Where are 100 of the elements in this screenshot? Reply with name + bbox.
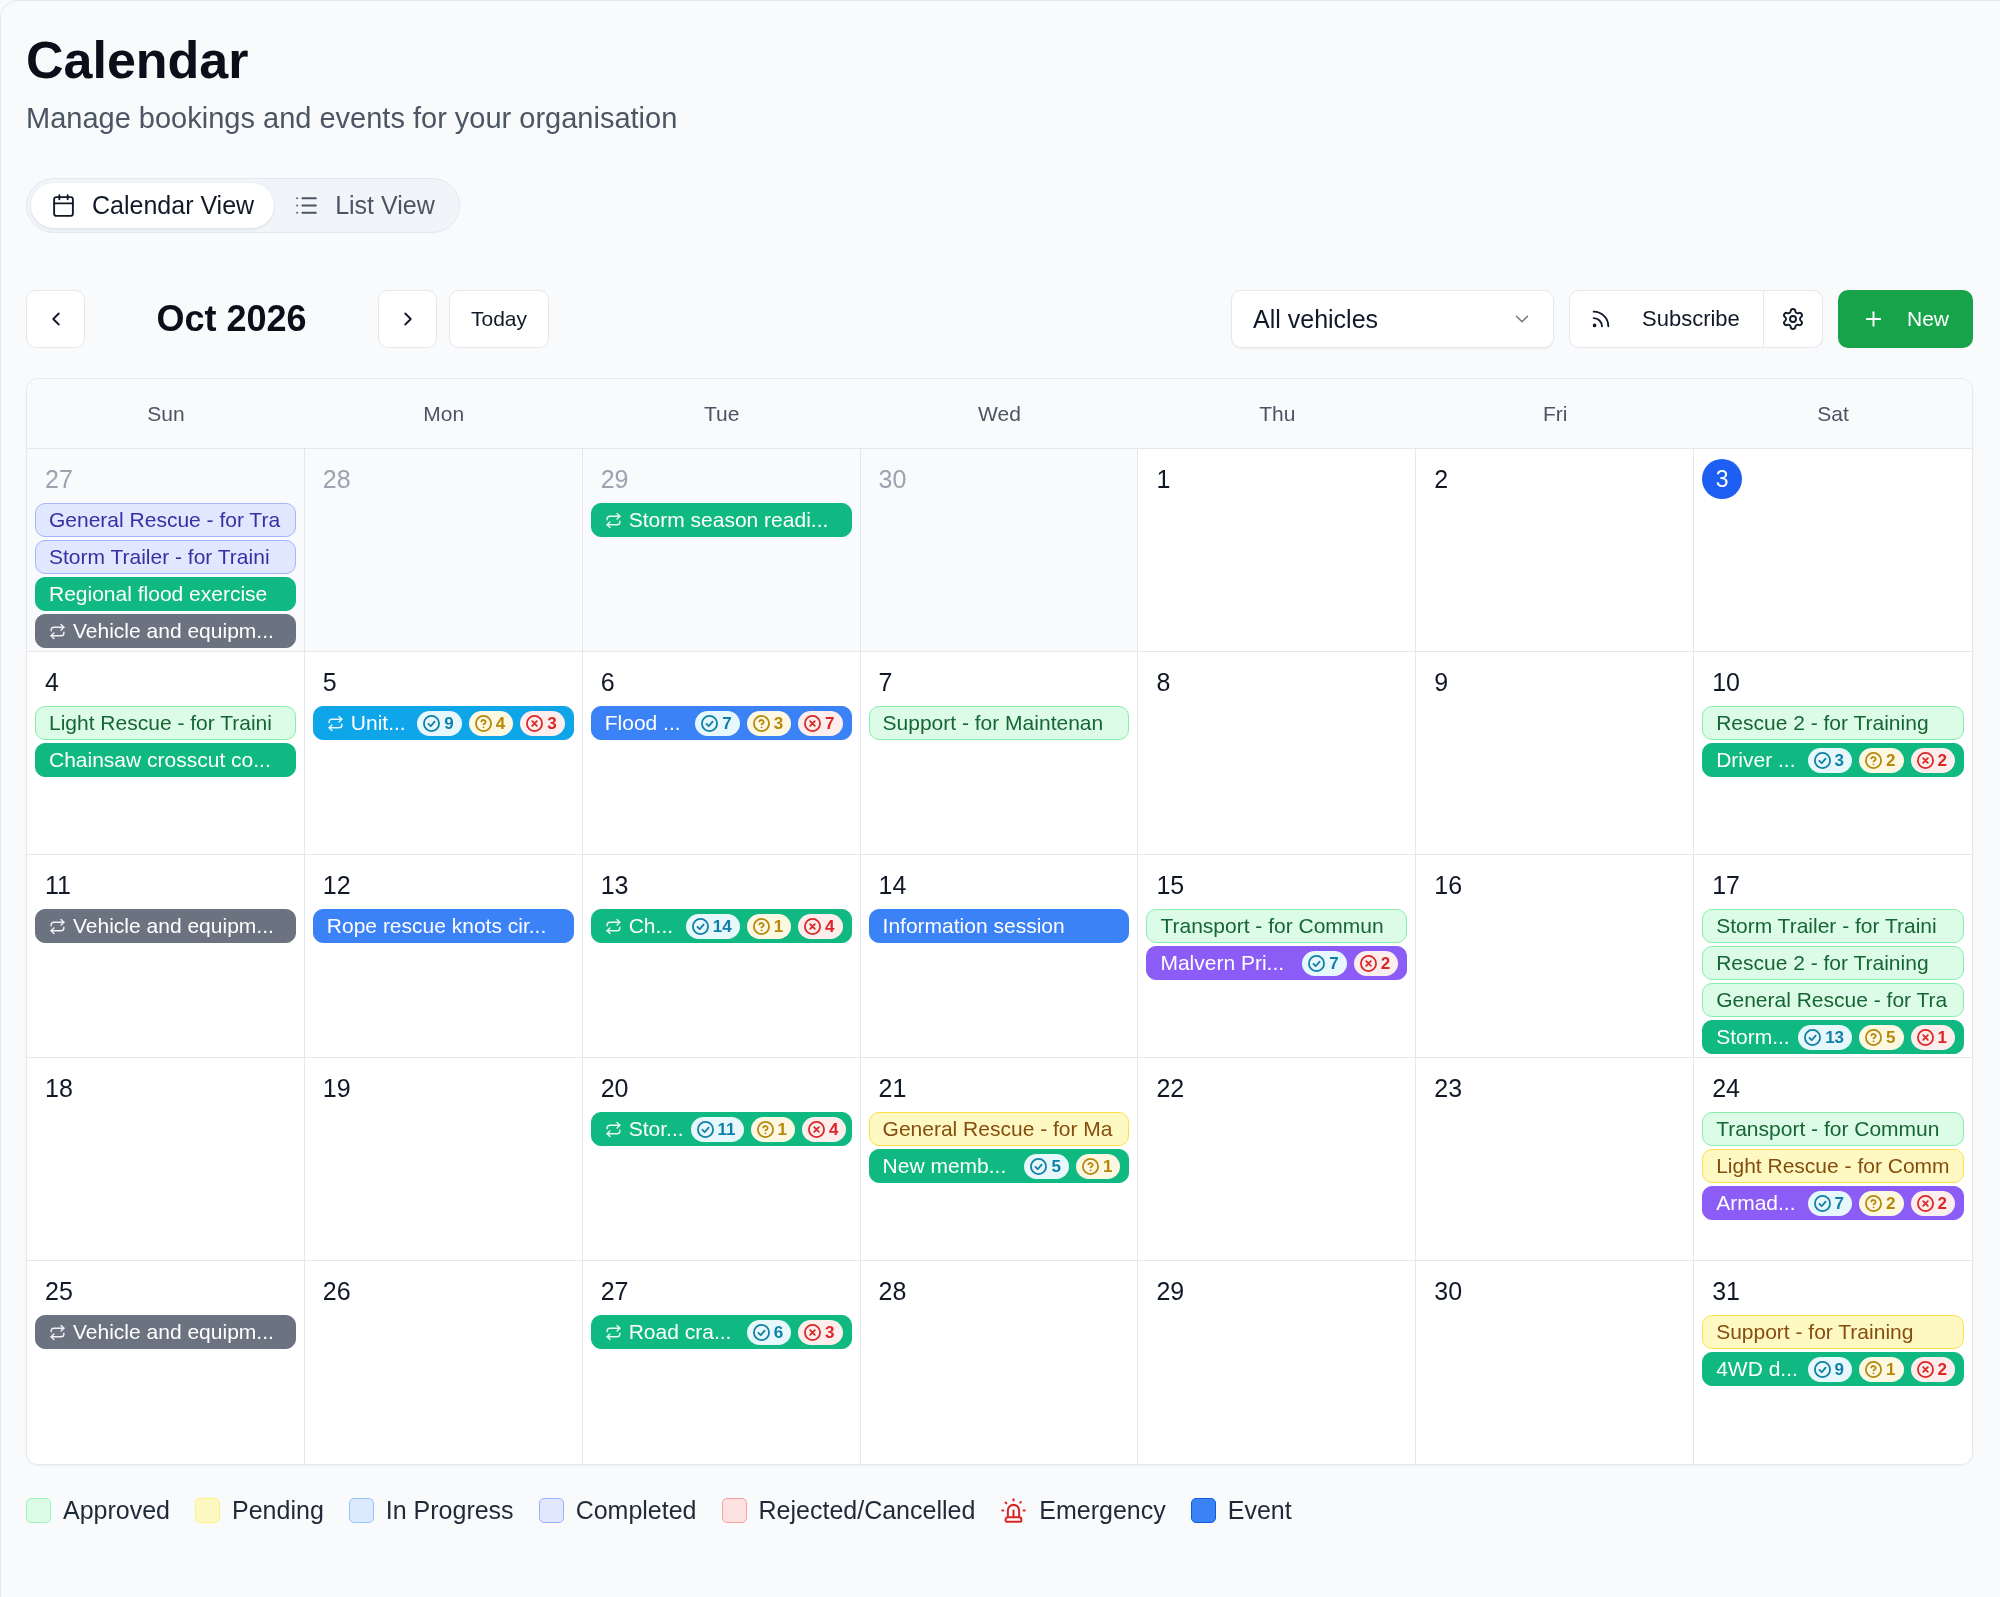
count-number: 13	[1825, 1026, 1845, 1049]
event-chip[interactable]: Vehicle and equipm...	[35, 614, 296, 648]
check-circle-icon	[1813, 751, 1831, 769]
day-number: 8	[1155, 667, 1172, 698]
booking-chip[interactable]: Transport - for Commun	[1702, 1112, 1964, 1146]
previous-month-button[interactable]	[26, 290, 85, 348]
booking-chip[interactable]: General Rescue - for Tra	[1702, 983, 1964, 1017]
count-number: 3	[1834, 749, 1845, 772]
booking-chip[interactable]: General Rescue - for Ma	[868, 1112, 1130, 1146]
legend-label: Event	[1227, 1496, 1292, 1525]
weekday-label: Mon	[423, 401, 465, 426]
booking-chip[interactable]: Light Rescue - for Comm	[1702, 1149, 1964, 1183]
day-number: 11	[44, 870, 72, 901]
repeat-icon	[49, 1323, 66, 1341]
event-chip[interactable]: New memb... 5 1	[868, 1149, 1130, 1183]
check-circle-icon	[1813, 1360, 1831, 1378]
count-number: 1	[1937, 1026, 1947, 1049]
event-chip[interactable]: Stor... 11 1 4	[590, 1112, 852, 1146]
count-number: 3	[825, 1321, 835, 1344]
count-number: 1	[777, 1118, 787, 1141]
count-number: 9	[444, 712, 454, 735]
weekday-label: Fri	[1542, 401, 1568, 426]
rss-icon	[1590, 308, 1612, 330]
day-number: 28	[321, 464, 352, 495]
question-circle-icon	[752, 714, 770, 732]
day-number: 5	[321, 667, 338, 698]
event-chip[interactable]: Malvern Pri... 7 2	[1146, 946, 1408, 980]
day-number: 18	[44, 1073, 74, 1104]
weekday-label: Sun	[147, 401, 185, 426]
count-number: 5	[1051, 1155, 1061, 1178]
x-circle-icon	[1916, 1360, 1934, 1378]
repeat-icon	[604, 511, 622, 529]
day-number: 22	[1155, 1073, 1186, 1104]
question-circle-icon	[1865, 1028, 1883, 1046]
day-number: 20	[599, 1073, 630, 1104]
booking-chip[interactable]: Storm Trailer - for Traini	[35, 540, 296, 574]
day-number: 10	[1711, 667, 1741, 698]
event-chip[interactable]: Armad... 7 2 2	[1702, 1186, 1964, 1220]
day-number: 14	[877, 870, 908, 901]
day-number: 19	[321, 1073, 352, 1104]
today-button[interactable]: Today	[449, 290, 550, 348]
day-number: 13	[599, 870, 630, 901]
next-month-button[interactable]	[378, 290, 437, 348]
check-circle-icon	[752, 1323, 770, 1341]
event-chip[interactable]: Storm... 13 5 1	[1702, 1020, 1964, 1054]
legend-label: In Progress	[385, 1496, 514, 1525]
event-chip[interactable]: Driver ... 3 2 2	[1702, 743, 1964, 777]
event-chip[interactable]: Ch... 14 1 4	[590, 909, 852, 943]
booking-chip[interactable]: Rescue 2 - for Training	[1702, 946, 1964, 980]
question-circle-icon	[1081, 1157, 1099, 1175]
question-circle-icon	[1865, 1194, 1883, 1212]
count-number: 7	[1834, 1192, 1845, 1215]
count-number: 9	[1834, 1358, 1845, 1381]
settings-button[interactable]	[1764, 290, 1823, 348]
x-circle-icon	[1359, 954, 1377, 972]
count-number: 2	[1886, 1192, 1896, 1215]
event-chip[interactable]: Regional flood exercise	[35, 577, 296, 611]
booking-chip[interactable]: Light Rescue - for Traini	[35, 706, 296, 740]
event-chip[interactable]: Information session	[868, 909, 1130, 943]
event-chip[interactable]: Flood ... 7 3 7	[590, 706, 852, 740]
day-number: 2	[1433, 464, 1450, 495]
day-number: 29	[599, 464, 630, 495]
page-title: Calendar	[26, 30, 249, 91]
event-chip[interactable]: Vehicle and equipm...	[35, 1315, 296, 1349]
booking-chip[interactable]: Storm Trailer - for Traini	[1702, 909, 1964, 943]
event-chip[interactable]: Road cra... 6 3	[590, 1315, 852, 1349]
event-chip[interactable]: Chainsaw crosscut co...	[35, 743, 296, 777]
repeat-icon	[49, 622, 66, 640]
event-chip[interactable]: Storm season readi...	[590, 503, 852, 537]
booking-chip[interactable]: Support - for Training	[1702, 1315, 1964, 1349]
x-circle-icon	[808, 1120, 825, 1138]
new-button[interactable]: New	[1838, 290, 1973, 348]
count-number: 1	[1102, 1155, 1113, 1178]
booking-chip[interactable]: General Rescue - for Tra	[35, 503, 296, 537]
vehicle-dropdown[interactable]: All vehicles	[1231, 290, 1554, 348]
month-title: Oct 2026	[155, 298, 308, 340]
repeat-icon	[604, 917, 622, 935]
repeat-icon	[326, 714, 344, 732]
check-circle-icon	[1308, 954, 1326, 972]
event-chip[interactable]: Vehicle and equipm...	[35, 909, 296, 943]
view-tab[interactable]: Calendar View	[31, 183, 275, 228]
subscribe-button[interactable]: Subscribe	[1569, 290, 1764, 348]
event-chip[interactable]: Rope rescue knots cir...	[312, 909, 574, 943]
booking-chip[interactable]: Rescue 2 - for Training	[1702, 706, 1964, 740]
legend-label: Completed	[575, 1496, 697, 1525]
day-number: 7	[877, 667, 894, 698]
event-chip[interactable]: 4WD d... 9 1 2	[1702, 1352, 1964, 1386]
count-number: 6	[773, 1321, 784, 1344]
event-chip[interactable]: Unit... 9 4 3	[312, 706, 574, 740]
count-number: 1	[773, 915, 784, 938]
day-number: 1	[1155, 464, 1172, 495]
booking-chip[interactable]: Support - for Maintenan	[868, 706, 1130, 740]
page-subtitle: Manage bookings and events for your organisation	[26, 101, 678, 135]
question-circle-icon	[1865, 1360, 1883, 1378]
check-circle-icon	[423, 714, 441, 732]
day-number: 12	[321, 870, 352, 901]
x-circle-icon	[1916, 1194, 1934, 1212]
day-number: 29	[1155, 1276, 1186, 1307]
booking-chip[interactable]: Transport - for Commun	[1146, 909, 1408, 943]
view-tab[interactable]: List View	[274, 183, 455, 228]
